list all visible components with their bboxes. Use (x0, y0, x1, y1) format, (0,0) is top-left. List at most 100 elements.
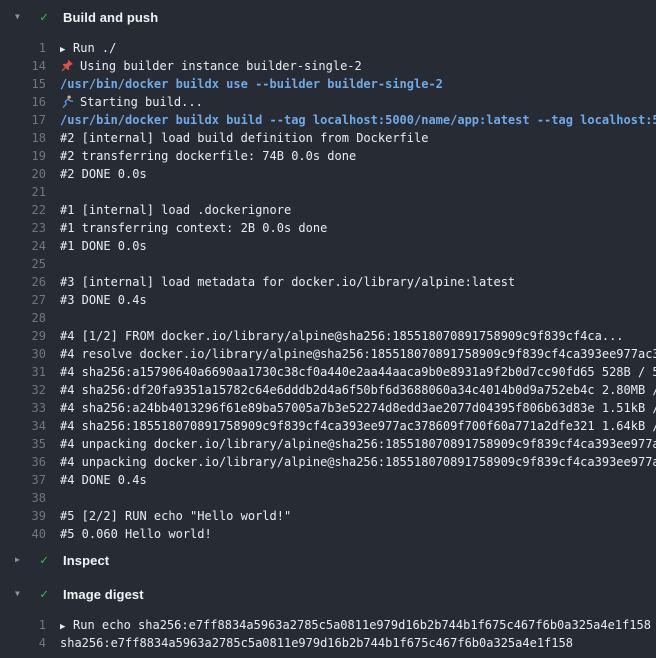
line-text: Starting build... (46, 93, 203, 111)
workflow-log: ▼✓Build and push1▶Run ./14Using builder … (0, 0, 656, 652)
log-line: 17/usr/bin/docker buildx build --tag loc… (0, 111, 656, 129)
chevron-right-icon[interactable]: ▶ (15, 556, 26, 564)
log-line: 39 #5 [2/2] RUN echo "Hello world!" (0, 507, 656, 525)
log-line: 37 #4 DONE 0.4s (0, 471, 656, 489)
line-number[interactable]: 4 (0, 634, 46, 652)
line-text: #5 0.060 Hello world! (46, 525, 212, 543)
line-text-content: #2 [internal] load build definition from… (60, 131, 428, 145)
line-number[interactable]: 39 (0, 507, 46, 525)
line-number[interactable]: 28 (0, 309, 46, 327)
log-line: 4 sha256:e7ff8834a5963a2785c5a0811e979d16… (0, 634, 656, 652)
line-text: Using builder instance builder-single-2 (46, 57, 362, 75)
log-line: 32 #4 sha256:df20fa9351a15782c64e6dddb2d4… (0, 381, 656, 399)
line-number[interactable]: 35 (0, 435, 46, 453)
line-number[interactable]: 34 (0, 417, 46, 435)
section-header-image-digest[interactable]: ▼✓Image digest (0, 577, 656, 611)
line-number[interactable]: 33 (0, 399, 46, 417)
line-text: #4 resolve docker.io/library/alpine@sha2… (46, 345, 656, 363)
line-number[interactable]: 20 (0, 165, 46, 183)
log-content-image-digest: 1 ▶Run echo sha256:e7ff8834a5963a2785c5a0… (0, 611, 656, 652)
line-text-content: #4 [1/2] FROM docker.io/library/alpine@s… (60, 329, 624, 343)
line-text-content: #4 DONE 0.4s (60, 473, 147, 487)
section-header-build-and-push[interactable]: ▼ ✓ Build and push (0, 0, 656, 34)
line-text-content: #1 transferring context: 2B 0.0s done (60, 221, 327, 235)
chevron-down-icon[interactable]: ▼ (15, 13, 26, 21)
line-text-content: /usr/bin/docker buildx build --tag local… (60, 113, 656, 127)
line-text: #1 [internal] load .dockerignore (46, 201, 291, 219)
pushpin-icon (60, 59, 74, 72)
line-text-content: #4 unpacking docker.io/library/alpine@sh… (60, 437, 656, 451)
line-number[interactable]: 17 (0, 111, 46, 129)
line-number[interactable]: 30 (0, 345, 46, 363)
log-line: 22 #1 [internal] load .dockerignore (0, 201, 656, 219)
line-number[interactable]: 37 (0, 471, 46, 489)
log-line: 24#1 DONE 0.0s (0, 237, 656, 255)
line-text-content: #2 transferring dockerfile: 74B 0.0s don… (60, 149, 356, 163)
section-title: Image digest (63, 587, 144, 602)
line-number[interactable]: 1 (0, 39, 46, 57)
line-text-content: #5 [2/2] RUN echo "Hello world!" (60, 509, 291, 523)
line-text: #1 DONE 0.0s (46, 237, 147, 255)
line-number[interactable]: 15 (0, 75, 46, 93)
line-text: #2 [internal] load build definition from… (46, 129, 428, 147)
line-number[interactable]: 40 (0, 525, 46, 543)
line-text: #3 [internal] load metadata for docker.i… (46, 273, 515, 291)
line-number[interactable]: 29 (0, 327, 46, 345)
line-text-content: sha256:e7ff8834a5963a2785c5a0811e979d16b… (60, 636, 573, 650)
line-text: /usr/bin/docker buildx use --builder bui… (46, 75, 443, 93)
log-line: 38 (0, 489, 656, 507)
check-icon: ✓ (36, 10, 52, 25)
log-line: 36#4 unpacking docker.io/library/alpine@… (0, 453, 656, 471)
line-number[interactable]: 23 (0, 219, 46, 237)
line-number[interactable]: 32 (0, 381, 46, 399)
line-number[interactable]: 26 (0, 273, 46, 291)
expand-arrow-icon[interactable]: ▶ (60, 618, 73, 634)
line-number[interactable]: 25 (0, 255, 46, 273)
line-text: #4 sha256:a15790640a6690aa1730c38cf0a440… (46, 363, 656, 381)
section-header-inspect[interactable]: ▶✓Inspect (0, 543, 656, 577)
line-number[interactable]: 38 (0, 489, 46, 507)
line-text: #2 DONE 0.0s (46, 165, 147, 183)
log-line: 18 #2 [internal] load build definition fr… (0, 129, 656, 147)
line-text-content: #4 sha256:a15790640a6690aa1730c38cf0a440… (60, 365, 656, 379)
line-text: #4 sha256:df20fa9351a15782c64e6dddb2d4a6… (46, 381, 656, 399)
line-number[interactable]: 1 (0, 616, 46, 634)
log-group-line[interactable]: 1 ▶Run echo sha256:e7ff8834a5963a2785c5a0… (0, 616, 656, 634)
line-text-content: Run echo sha256:e7ff8834a5963a2785c5a081… (73, 618, 651, 632)
line-number[interactable]: 21 (0, 183, 46, 201)
line-number[interactable]: 14 (0, 57, 46, 75)
line-number[interactable]: 16 (0, 93, 46, 111)
line-text-content: #1 [internal] load .dockerignore (60, 203, 291, 217)
check-icon: ✓ (36, 553, 52, 568)
line-number[interactable]: 31 (0, 363, 46, 381)
log-line: 15/usr/bin/docker buildx use --builder b… (0, 75, 656, 93)
line-text-content: Run ./ (73, 41, 116, 55)
chevron-down-icon[interactable]: ▼ (15, 590, 26, 598)
line-text-content: #4 sha256:df20fa9351a15782c64e6dddb2d4a6… (60, 383, 656, 397)
log-line: 23 #1 transferring context: 2B 0.0s done (0, 219, 656, 237)
line-text-content: Starting build... (80, 95, 203, 109)
line-number[interactable]: 22 (0, 201, 46, 219)
log-line: 20 #2 DONE 0.0s (0, 165, 656, 183)
line-text: sha256:e7ff8834a5963a2785c5a0811e979d16b… (46, 634, 573, 652)
line-number[interactable]: 19 (0, 147, 46, 165)
log-line: 16 Starting build... (0, 93, 656, 111)
line-text-content: #4 sha256:185518070891758909c9f839cf4ca3… (60, 419, 656, 433)
line-text (46, 309, 60, 327)
line-text: /usr/bin/docker buildx build --tag local… (46, 111, 656, 129)
line-number[interactable]: 18 (0, 129, 46, 147)
log-line: 31 #4 sha256:a15790640a6690aa1730c38cf0a4… (0, 363, 656, 381)
line-text-content: #2 DONE 0.0s (60, 167, 147, 181)
log-line: 29 #4 [1/2] FROM docker.io/library/alpine… (0, 327, 656, 345)
line-number[interactable]: 36 (0, 453, 46, 471)
expand-arrow-icon[interactable]: ▶ (60, 41, 73, 57)
line-text-content: #5 0.060 Hello world! (60, 527, 212, 541)
log-group-line[interactable]: 1 ▶Run ./ (0, 39, 656, 57)
line-number[interactable]: 27 (0, 291, 46, 309)
line-text: #3 DONE 0.4s (46, 291, 147, 309)
log-line: 35 #4 unpacking docker.io/library/alpine@… (0, 435, 656, 453)
section-title: Build and push (63, 10, 158, 25)
line-text-content: #3 [internal] load metadata for docker.i… (60, 275, 515, 289)
line-text: #4 unpacking docker.io/library/alpine@sh… (46, 453, 656, 471)
line-number[interactable]: 24 (0, 237, 46, 255)
